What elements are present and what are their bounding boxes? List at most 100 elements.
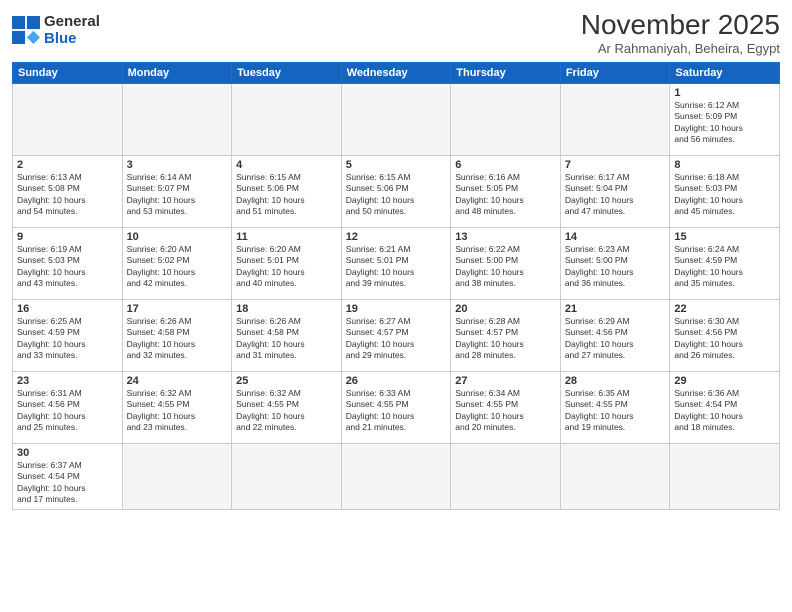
header-tuesday: Tuesday [232,62,342,83]
header-thursday: Thursday [451,62,561,83]
table-row: 10Sunrise: 6:20 AM Sunset: 5:02 PM Dayli… [122,227,232,299]
day-info: Sunrise: 6:16 AM Sunset: 5:05 PM Dayligh… [455,172,556,218]
day-info: Sunrise: 6:14 AM Sunset: 5:07 PM Dayligh… [127,172,228,218]
day-number: 11 [236,231,337,243]
page-header: General Blue November 2025 Ar Rahmaniyah… [12,10,780,56]
table-row [451,83,561,155]
month-title: November 2025 [581,10,780,41]
calendar-week-row: 23Sunrise: 6:31 AM Sunset: 4:56 PM Dayli… [13,371,780,443]
day-info: Sunrise: 6:28 AM Sunset: 4:57 PM Dayligh… [455,316,556,362]
header-wednesday: Wednesday [341,62,451,83]
header-saturday: Saturday [670,62,780,83]
day-info: Sunrise: 6:30 AM Sunset: 4:56 PM Dayligh… [674,316,775,362]
location: Ar Rahmaniyah, Beheira, Egypt [581,41,780,56]
table-row: 14Sunrise: 6:23 AM Sunset: 5:00 PM Dayli… [560,227,670,299]
table-row [560,443,670,509]
table-row: 29Sunrise: 6:36 AM Sunset: 4:54 PM Dayli… [670,371,780,443]
day-info: Sunrise: 6:20 AM Sunset: 5:02 PM Dayligh… [127,244,228,290]
day-info: Sunrise: 6:34 AM Sunset: 4:55 PM Dayligh… [455,388,556,434]
day-number: 17 [127,303,228,315]
day-number: 22 [674,303,775,315]
calendar-week-row: 16Sunrise: 6:25 AM Sunset: 4:59 PM Dayli… [13,299,780,371]
table-row: 3Sunrise: 6:14 AM Sunset: 5:07 PM Daylig… [122,155,232,227]
table-row: 23Sunrise: 6:31 AM Sunset: 4:56 PM Dayli… [13,371,123,443]
day-number: 14 [565,231,666,243]
table-row: 9Sunrise: 6:19 AM Sunset: 5:03 PM Daylig… [13,227,123,299]
weekday-header-row: Sunday Monday Tuesday Wednesday Thursday… [13,62,780,83]
day-info: Sunrise: 6:20 AM Sunset: 5:01 PM Dayligh… [236,244,337,290]
table-row: 24Sunrise: 6:32 AM Sunset: 4:55 PM Dayli… [122,371,232,443]
table-row: 1Sunrise: 6:12 AM Sunset: 5:09 PM Daylig… [670,83,780,155]
day-info: Sunrise: 6:15 AM Sunset: 5:06 PM Dayligh… [346,172,447,218]
table-row: 11Sunrise: 6:20 AM Sunset: 5:01 PM Dayli… [232,227,342,299]
day-info: Sunrise: 6:18 AM Sunset: 5:03 PM Dayligh… [674,172,775,218]
day-number: 21 [565,303,666,315]
table-row [341,443,451,509]
calendar-week-row: 9Sunrise: 6:19 AM Sunset: 5:03 PM Daylig… [13,227,780,299]
day-info: Sunrise: 6:31 AM Sunset: 4:56 PM Dayligh… [17,388,118,434]
table-row: 27Sunrise: 6:34 AM Sunset: 4:55 PM Dayli… [451,371,561,443]
day-number: 15 [674,231,775,243]
day-number: 26 [346,375,447,387]
table-row [560,83,670,155]
header-monday: Monday [122,62,232,83]
table-row: 20Sunrise: 6:28 AM Sunset: 4:57 PM Dayli… [451,299,561,371]
calendar-week-row: 30Sunrise: 6:37 AM Sunset: 4:54 PM Dayli… [13,443,780,509]
day-info: Sunrise: 6:22 AM Sunset: 5:00 PM Dayligh… [455,244,556,290]
table-row: 4Sunrise: 6:15 AM Sunset: 5:06 PM Daylig… [232,155,342,227]
day-number: 13 [455,231,556,243]
day-info: Sunrise: 6:27 AM Sunset: 4:57 PM Dayligh… [346,316,447,362]
table-row: 16Sunrise: 6:25 AM Sunset: 4:59 PM Dayli… [13,299,123,371]
table-row [122,83,232,155]
day-info: Sunrise: 6:15 AM Sunset: 5:06 PM Dayligh… [236,172,337,218]
table-row: 13Sunrise: 6:22 AM Sunset: 5:00 PM Dayli… [451,227,561,299]
day-number: 29 [674,375,775,387]
day-number: 28 [565,375,666,387]
day-info: Sunrise: 6:24 AM Sunset: 4:59 PM Dayligh… [674,244,775,290]
day-number: 25 [236,375,337,387]
table-row: 19Sunrise: 6:27 AM Sunset: 4:57 PM Dayli… [341,299,451,371]
day-number: 4 [236,159,337,171]
table-row: 2Sunrise: 6:13 AM Sunset: 5:08 PM Daylig… [13,155,123,227]
day-info: Sunrise: 6:32 AM Sunset: 4:55 PM Dayligh… [127,388,228,434]
day-number: 18 [236,303,337,315]
day-number: 12 [346,231,447,243]
day-info: Sunrise: 6:12 AM Sunset: 5:09 PM Dayligh… [674,100,775,146]
table-row: 7Sunrise: 6:17 AM Sunset: 5:04 PM Daylig… [560,155,670,227]
day-info: Sunrise: 6:35 AM Sunset: 4:55 PM Dayligh… [565,388,666,434]
day-number: 1 [674,87,775,99]
day-info: Sunrise: 6:13 AM Sunset: 5:08 PM Dayligh… [17,172,118,218]
table-row: 25Sunrise: 6:32 AM Sunset: 4:55 PM Dayli… [232,371,342,443]
table-row: 15Sunrise: 6:24 AM Sunset: 4:59 PM Dayli… [670,227,780,299]
logo: General Blue [12,14,100,47]
logo-icon [12,16,40,44]
logo-blue: Blue [44,31,100,48]
day-number: 2 [17,159,118,171]
calendar-week-row: 2Sunrise: 6:13 AM Sunset: 5:08 PM Daylig… [13,155,780,227]
day-info: Sunrise: 6:26 AM Sunset: 4:58 PM Dayligh… [236,316,337,362]
table-row [13,83,123,155]
day-number: 10 [127,231,228,243]
header-sunday: Sunday [13,62,123,83]
table-row: 17Sunrise: 6:26 AM Sunset: 4:58 PM Dayli… [122,299,232,371]
table-row: 30Sunrise: 6:37 AM Sunset: 4:54 PM Dayli… [13,443,123,509]
table-row [232,443,342,509]
day-info: Sunrise: 6:29 AM Sunset: 4:56 PM Dayligh… [565,316,666,362]
table-row [122,443,232,509]
day-info: Sunrise: 6:33 AM Sunset: 4:55 PM Dayligh… [346,388,447,434]
table-row: 5Sunrise: 6:15 AM Sunset: 5:06 PM Daylig… [341,155,451,227]
day-number: 20 [455,303,556,315]
table-row: 18Sunrise: 6:26 AM Sunset: 4:58 PM Dayli… [232,299,342,371]
day-info: Sunrise: 6:19 AM Sunset: 5:03 PM Dayligh… [17,244,118,290]
day-number: 8 [674,159,775,171]
day-number: 5 [346,159,447,171]
table-row: 26Sunrise: 6:33 AM Sunset: 4:55 PM Dayli… [341,371,451,443]
day-number: 30 [17,447,118,459]
day-number: 9 [17,231,118,243]
calendar: Sunday Monday Tuesday Wednesday Thursday… [12,62,780,510]
calendar-week-row: 1Sunrise: 6:12 AM Sunset: 5:09 PM Daylig… [13,83,780,155]
table-row: 6Sunrise: 6:16 AM Sunset: 5:05 PM Daylig… [451,155,561,227]
table-row: 8Sunrise: 6:18 AM Sunset: 5:03 PM Daylig… [670,155,780,227]
day-number: 27 [455,375,556,387]
table-row: 28Sunrise: 6:35 AM Sunset: 4:55 PM Dayli… [560,371,670,443]
